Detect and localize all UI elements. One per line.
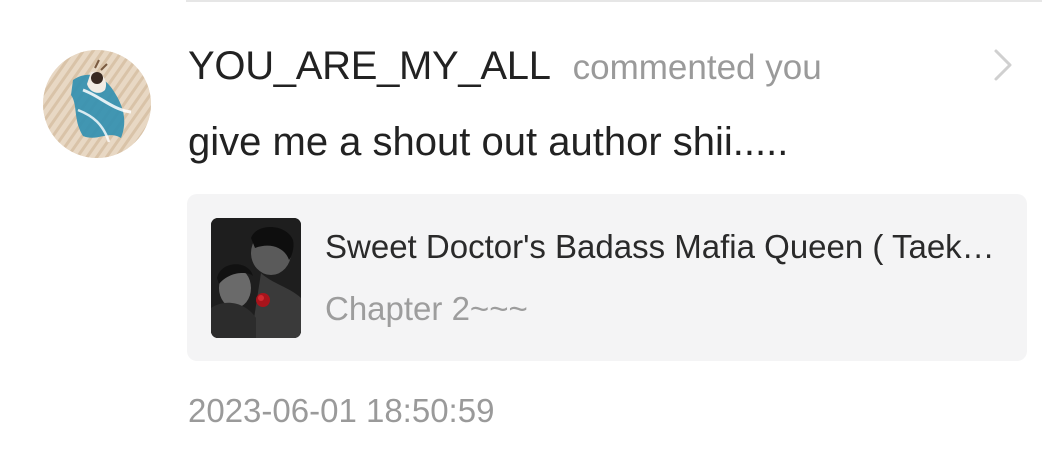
divider (186, 0, 1042, 2)
chevron-right-icon[interactable] (988, 48, 1018, 82)
username[interactable]: YOU_ARE_MY_ALL (188, 44, 551, 89)
comment-header: YOU_ARE_MY_ALL commented you (188, 44, 822, 96)
user-avatar[interactable] (43, 50, 151, 158)
chapter-label: Chapter 2~~~ (325, 290, 528, 327)
comment-text: give me a shout out author shii..... (188, 120, 789, 164)
book-title: Sweet Doctor's Badass Mafia Queen ( Taek… (325, 228, 1005, 265)
book-cover (211, 218, 301, 338)
book-card[interactable]: Sweet Doctor's Badass Mafia Queen ( Taek… (187, 194, 1027, 361)
action-text: commented you (572, 48, 822, 87)
timestamp: 2023-06-01 18:50:59 (188, 392, 495, 429)
notification-item[interactable]: YOU_ARE_MY_ALL commented you give me a s… (0, 0, 1042, 459)
